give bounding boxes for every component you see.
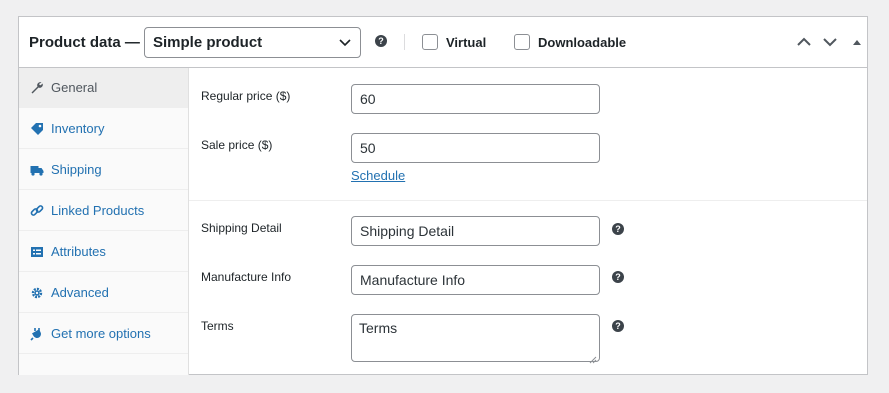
downloadable-checkbox[interactable]: Downloadable bbox=[514, 34, 626, 50]
shipping-detail-label: Shipping Detail bbox=[201, 221, 282, 235]
tag-icon bbox=[30, 122, 44, 136]
sale-price-input[interactable]: 50 bbox=[351, 133, 600, 163]
move-down-icon[interactable] bbox=[822, 33, 838, 51]
tab-label: Advanced bbox=[51, 285, 109, 300]
gear-icon bbox=[30, 286, 44, 300]
manufacture-info-label: Manufacture Info bbox=[201, 270, 292, 284]
product-type-select[interactable]: Simple product bbox=[144, 27, 361, 58]
tab-label: General bbox=[51, 80, 98, 95]
regular-price-label: Regular price ($) bbox=[201, 89, 291, 103]
chevron-down-icon bbox=[337, 28, 353, 57]
link-icon bbox=[30, 204, 44, 218]
header-separator bbox=[404, 34, 405, 50]
tab-linked-products[interactable]: Linked Products bbox=[19, 191, 188, 231]
help-icon[interactable]: ? bbox=[612, 320, 624, 332]
tab-label: Inventory bbox=[51, 121, 105, 136]
product-data-tabs: General Inventory Shipping Linked Produc… bbox=[19, 68, 189, 375]
tab-shipping[interactable]: Shipping bbox=[19, 150, 188, 190]
section-divider bbox=[189, 200, 867, 201]
wrench-icon bbox=[30, 81, 44, 95]
tab-get-more-options[interactable]: Get more options bbox=[19, 314, 188, 354]
terms-textarea[interactable]: Terms bbox=[351, 314, 600, 364]
tab-attributes[interactable]: Attributes bbox=[19, 232, 188, 272]
resize-handle-icon[interactable] bbox=[589, 351, 597, 364]
product-type-value: Simple product bbox=[153, 34, 263, 51]
regular-price-input[interactable]: 60 bbox=[351, 84, 600, 114]
help-icon[interactable]: ? bbox=[375, 35, 387, 47]
tab-inventory[interactable]: Inventory bbox=[19, 109, 188, 149]
plugin-icon bbox=[30, 327, 44, 341]
virtual-label: Virtual bbox=[446, 34, 487, 50]
manufacture-info-input[interactable]: Manufacture Info bbox=[351, 265, 600, 295]
terms-value: Terms bbox=[359, 320, 398, 336]
collapse-toggle-icon[interactable] bbox=[849, 33, 865, 51]
tab-label: Get more options bbox=[51, 326, 151, 341]
tab-label: Shipping bbox=[51, 162, 102, 177]
schedule-link[interactable]: Schedule bbox=[351, 168, 405, 183]
shipping-detail-input[interactable]: Shipping Detail bbox=[351, 216, 600, 246]
help-icon[interactable]: ? bbox=[612, 223, 624, 235]
product-data-panel: Product data — Simple product ? Virtual … bbox=[18, 16, 868, 375]
virtual-checkbox-box[interactable] bbox=[422, 34, 438, 50]
terms-label: Terms bbox=[201, 319, 234, 333]
truck-icon bbox=[30, 163, 44, 177]
panel-title: Product data — bbox=[29, 34, 140, 51]
tab-label: Linked Products bbox=[51, 203, 145, 218]
tab-advanced[interactable]: Advanced bbox=[19, 273, 188, 313]
sale-price-label: Sale price ($) bbox=[201, 138, 273, 152]
general-tab-content: Regular price ($) 60 Sale price ($) 50 S… bbox=[189, 68, 867, 375]
list-icon bbox=[30, 245, 44, 259]
tab-label: Attributes bbox=[51, 244, 106, 259]
move-up-icon[interactable] bbox=[796, 33, 812, 51]
help-icon[interactable]: ? bbox=[612, 271, 624, 283]
panel-header: Product data — Simple product ? Virtual … bbox=[19, 17, 867, 68]
downloadable-label: Downloadable bbox=[538, 34, 627, 50]
tab-general[interactable]: General bbox=[19, 68, 188, 108]
virtual-checkbox[interactable]: Virtual bbox=[422, 34, 486, 50]
downloadable-checkbox-box[interactable] bbox=[514, 34, 530, 50]
